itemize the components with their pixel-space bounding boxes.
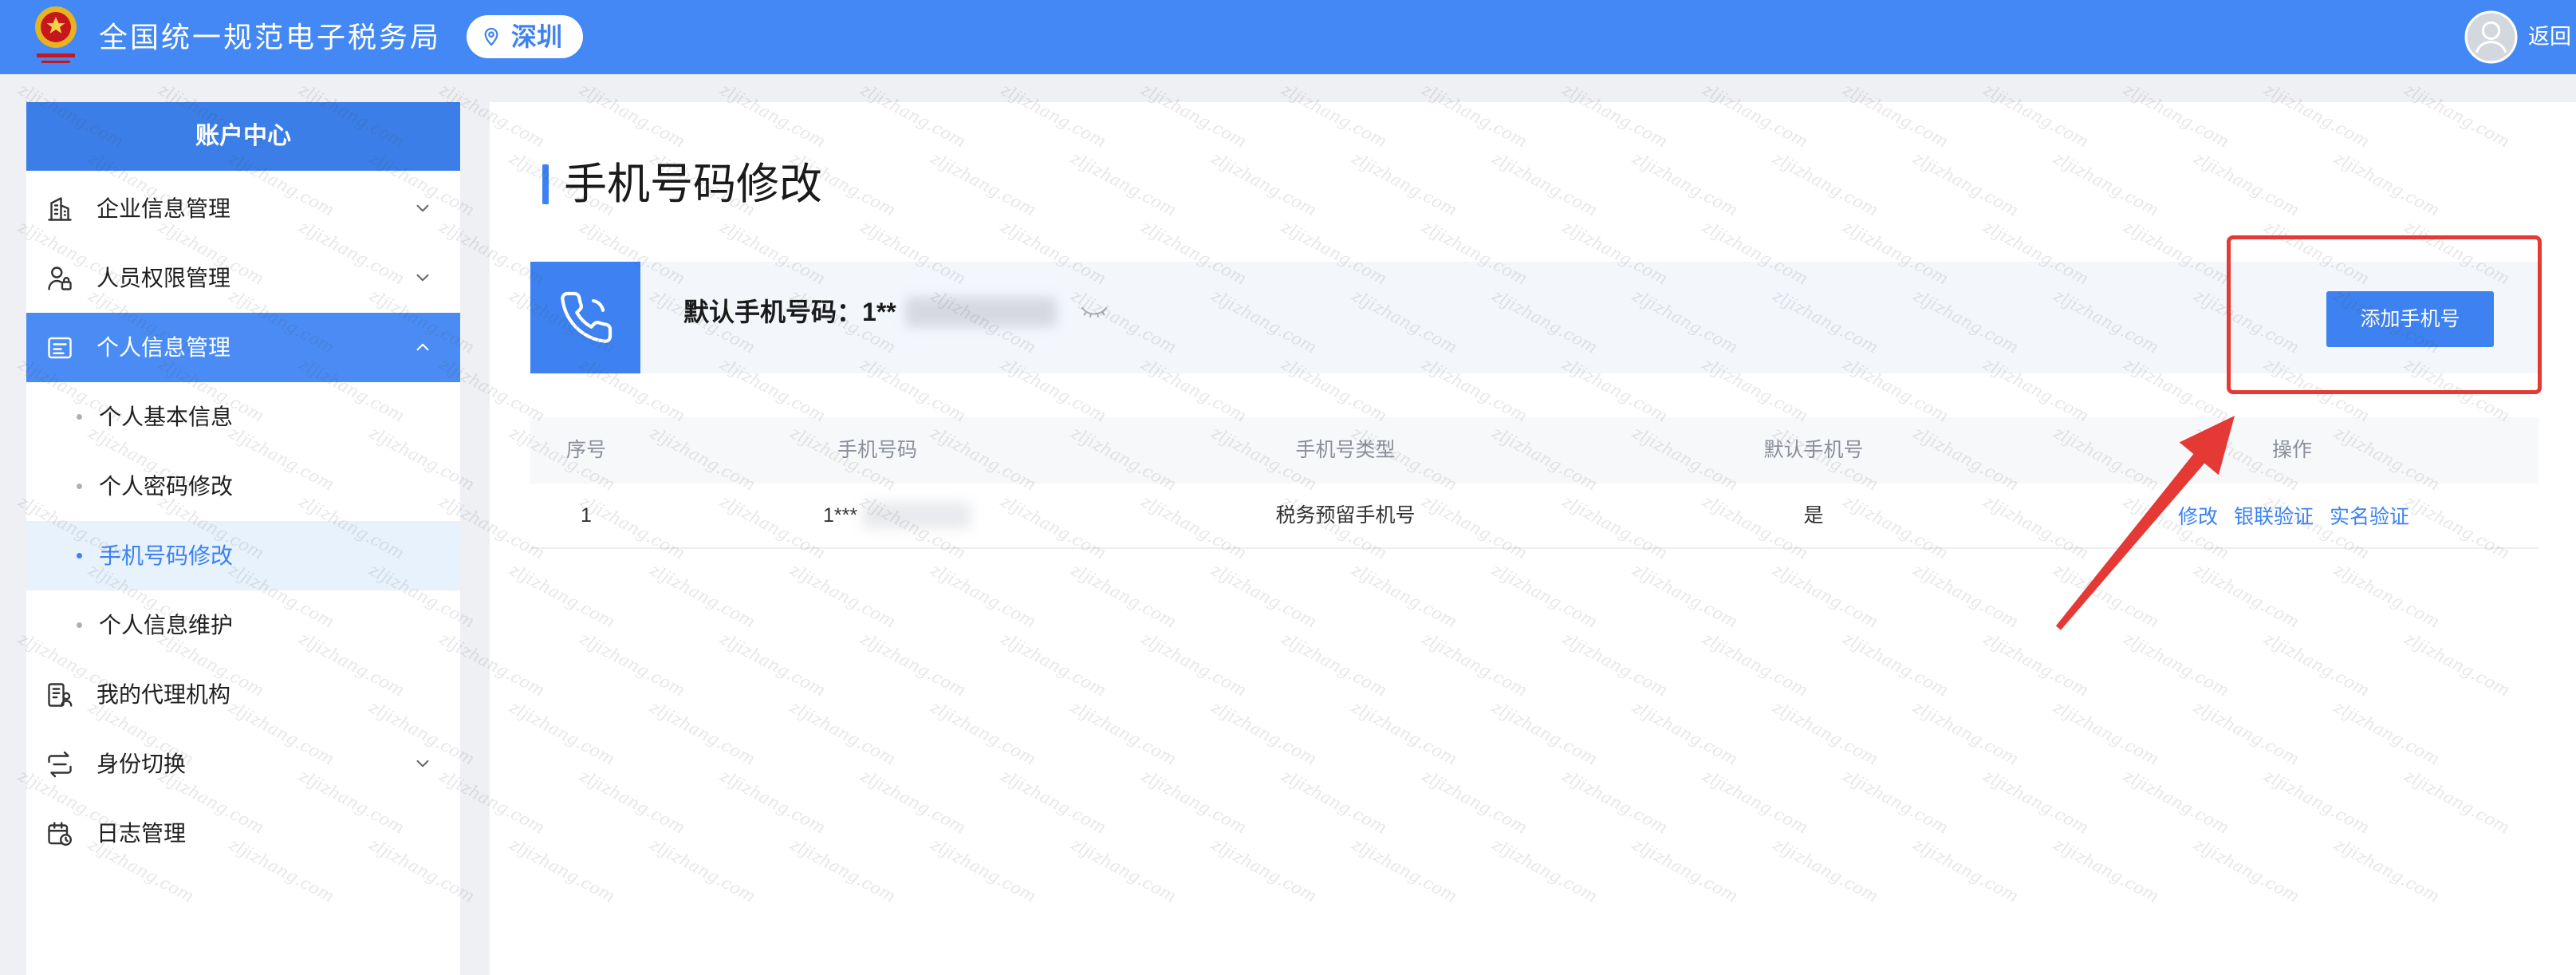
cell-index: 1 xyxy=(581,504,592,527)
masked-phone-blur xyxy=(863,503,971,528)
cell-phone: 1*** xyxy=(823,504,858,527)
sidebar-item-label: 个人信息管理 xyxy=(97,335,231,360)
sidebar-item-label: 人员权限管理 xyxy=(97,266,231,290)
sidebar-item-label: 日志管理 xyxy=(97,821,187,846)
default-phone-value: 1** xyxy=(862,298,896,326)
chevron-up-icon xyxy=(412,337,433,357)
chevron-down-icon xyxy=(412,198,433,219)
location-selector[interactable]: 深圳 xyxy=(467,15,583,58)
column-header-phone: 手机号码 xyxy=(837,439,918,461)
sidebar-subitem-label: 手机号码修改 xyxy=(99,543,234,568)
building-icon xyxy=(45,195,74,223)
main-panel: 手机号码修改 默认手机号码：1** 添加手机号 序号 手机号码 手机号类型 默认… xyxy=(490,102,2576,975)
bullet-dot xyxy=(77,622,82,628)
phone-icon xyxy=(557,289,615,346)
sidebar-item-identity-switch[interactable]: 身份切换 xyxy=(26,729,460,799)
map-pin-icon xyxy=(483,27,500,46)
sidebar-subitem-label: 个人基本信息 xyxy=(99,405,234,429)
add-phone-button[interactable]: 添加手机号 xyxy=(2326,291,2494,347)
top-header: 全国统一规范电子税务局 深圳 返回 xyxy=(0,0,2576,74)
sidebar-item-my-agency[interactable]: 我的代理机构 xyxy=(26,660,460,729)
bullet-dot xyxy=(77,414,82,420)
column-header-index: 序号 xyxy=(565,439,607,461)
tax-emblem-logo xyxy=(30,3,81,70)
edit-link[interactable]: 修改 xyxy=(2178,501,2218,530)
unionpay-verify-link[interactable]: 银联验证 xyxy=(2234,501,2314,530)
cell-phone-type: 税务预留手机号 xyxy=(1275,504,1416,527)
sidebar-subitem-label: 个人信息维护 xyxy=(99,613,234,638)
sidebar-item-log-management[interactable]: 日志管理 xyxy=(26,799,460,868)
default-phone-card: 默认手机号码：1** 添加手机号 xyxy=(530,262,2539,373)
column-header-phone-type: 手机号类型 xyxy=(1295,439,1396,461)
bullet-dot xyxy=(77,553,82,559)
masked-phone-blur xyxy=(905,297,1057,327)
default-phone-label: 默认手机号码： xyxy=(683,298,863,326)
sidebar-item-label: 身份切换 xyxy=(97,752,187,776)
title-accent-bar xyxy=(542,164,549,204)
table-row: 1 1*** 税务预留手机号 是 修改 银联验证 实名验证 xyxy=(530,484,2539,549)
sidebar-subitem-password-change[interactable]: 个人密码修改 xyxy=(26,452,460,521)
page-title: 手机号码修改 xyxy=(564,160,822,208)
site-title: 全国统一规范电子税务局 xyxy=(99,21,442,53)
sidebar-item-label: 我的代理机构 xyxy=(97,682,231,707)
user-lock-icon xyxy=(45,264,74,293)
column-header-default: 默认手机号 xyxy=(1763,439,1864,461)
row-actions: 修改 银联验证 实名验证 xyxy=(2178,484,2409,547)
phone-icon-block xyxy=(530,262,640,373)
bullet-dot xyxy=(77,484,82,489)
sidebar-item-label: 企业信息管理 xyxy=(97,196,231,221)
sidebar: 账户中心 企业信息管理 人员权限管理 个人信息管理 个人基本信息 个人密码修改 … xyxy=(26,102,460,975)
eye-closed-icon[interactable] xyxy=(1079,300,1109,322)
default-phone-text: 默认手机号码：1** xyxy=(683,262,896,362)
sidebar-subitem-info-maintenance[interactable]: 个人信息维护 xyxy=(26,590,460,660)
chevron-down-icon xyxy=(412,267,433,288)
id-card-icon xyxy=(45,334,74,362)
agency-icon xyxy=(45,681,74,709)
user-avatar-icon[interactable] xyxy=(2464,10,2518,64)
sidebar-item-staff-permissions[interactable]: 人员权限管理 xyxy=(26,243,460,313)
column-header-actions: 操作 xyxy=(2271,439,2313,461)
cell-is-default: 是 xyxy=(1803,504,1824,527)
chevron-down-icon xyxy=(412,753,433,774)
table-header-row: 序号 手机号码 手机号类型 默认手机号 操作 xyxy=(530,417,2539,484)
sidebar-menu: 企业信息管理 人员权限管理 个人信息管理 个人基本信息 个人密码修改 手机号码修… xyxy=(26,174,460,868)
sidebar-subitem-label: 个人密码修改 xyxy=(99,474,234,499)
sidebar-item-enterprise-info[interactable]: 企业信息管理 xyxy=(26,174,460,243)
switch-identity-icon xyxy=(45,750,74,779)
back-link[interactable]: 返回 xyxy=(2528,0,2571,74)
log-calendar-icon xyxy=(45,819,74,848)
sidebar-subitem-phone-change[interactable]: 手机号码修改 xyxy=(26,521,460,590)
location-label: 深圳 xyxy=(511,22,563,51)
realname-verify-link[interactable]: 实名验证 xyxy=(2330,501,2409,530)
phone-table: 序号 手机号码 手机号类型 默认手机号 操作 1 1*** 税务预留手机号 是 … xyxy=(530,417,2539,549)
account-center-title: 账户中心 xyxy=(26,102,460,171)
sidebar-subitem-basic-info[interactable]: 个人基本信息 xyxy=(26,382,460,452)
sidebar-item-personal-info[interactable]: 个人信息管理 xyxy=(26,313,460,382)
